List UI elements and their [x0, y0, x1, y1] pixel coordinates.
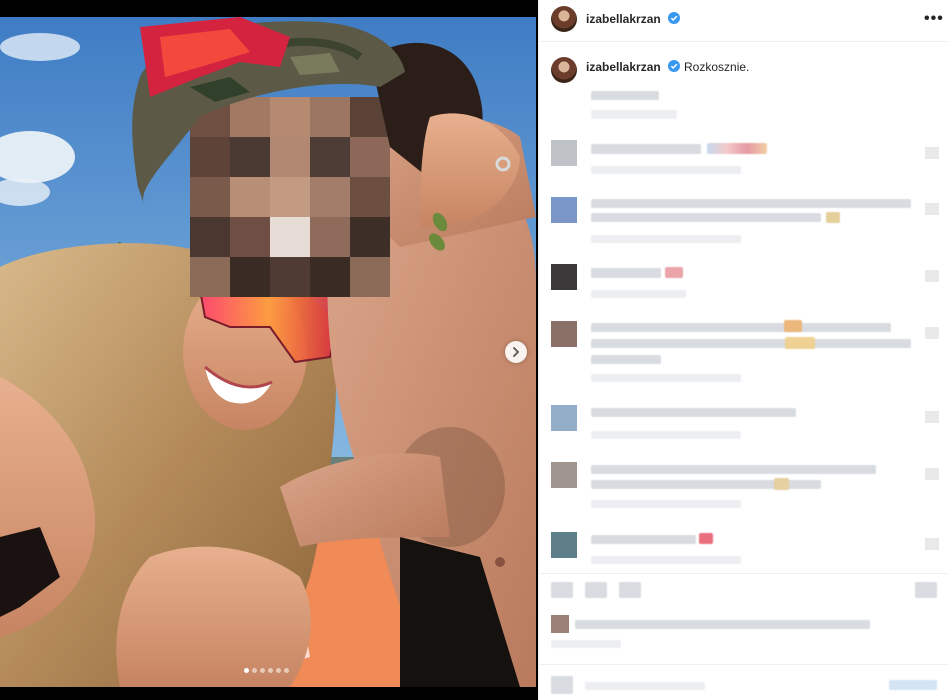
- save-icon[interactable]: [915, 582, 937, 598]
- comment-text-blurred: [591, 408, 796, 417]
- header-username[interactable]: izabellakrzan: [586, 12, 661, 26]
- post-media-container: [0, 0, 538, 700]
- caption-username[interactable]: izabellakrzan: [586, 60, 661, 74]
- chevron-right-icon: [513, 347, 520, 357]
- comment-avatar[interactable]: [551, 405, 577, 431]
- divider: [539, 664, 948, 665]
- like-heart-icon[interactable]: [925, 468, 939, 480]
- comment-icon[interactable]: [585, 582, 607, 598]
- emoji-icon: [707, 143, 767, 154]
- instagram-post-modal: izabellakrzan ••• izabellakrzan Rozkoszn…: [0, 0, 948, 700]
- carousel-dot: [268, 668, 273, 673]
- comment-avatar[interactable]: [551, 140, 577, 166]
- post-side-panel: izabellakrzan ••• izabellakrzan Rozkoszn…: [538, 0, 948, 700]
- like-heart-icon[interactable]: [925, 327, 939, 339]
- comment-text-blurred: [591, 213, 821, 222]
- comment-meta-blurred: [591, 431, 741, 439]
- comment-avatar[interactable]: [551, 197, 577, 223]
- comment-text-blurred: [591, 323, 891, 332]
- verified-badge-icon: [668, 12, 680, 24]
- emoji-icon: [699, 533, 713, 544]
- comment-meta-blurred: [591, 290, 686, 298]
- caption-text: Rozkosznie.: [684, 60, 750, 74]
- more-options-button[interactable]: •••: [924, 10, 944, 28]
- add-comment-input[interactable]: [585, 682, 705, 690]
- carousel-dot: [260, 668, 265, 673]
- emoji-icon: [826, 212, 840, 223]
- divider: [539, 573, 948, 574]
- comment-avatar[interactable]: [551, 462, 577, 488]
- like-heart-icon[interactable]: [925, 270, 939, 282]
- comment-text-blurred: [591, 199, 911, 208]
- comment-text-blurred: [591, 268, 661, 278]
- like-heart-icon[interactable]: [925, 411, 939, 423]
- emoji-icon: [785, 337, 815, 349]
- comment-meta-blurred: [591, 500, 741, 508]
- verified-badge-icon: [668, 60, 680, 72]
- carousel-dot: [276, 668, 281, 673]
- comment-avatar[interactable]: [551, 264, 577, 290]
- carousel-dot: [244, 668, 249, 673]
- comment-text-blurred: [591, 144, 701, 154]
- comment-meta-blurred: [591, 374, 741, 382]
- like-icon[interactable]: [551, 582, 573, 598]
- comment-meta-blurred: [591, 235, 741, 243]
- comment-avatar[interactable]: [551, 532, 577, 558]
- like-heart-icon[interactable]: [925, 538, 939, 550]
- avatar[interactable]: [551, 6, 577, 32]
- emoji-icon: [784, 320, 802, 332]
- caption-avatar[interactable]: [551, 57, 577, 83]
- emoji-icon: [774, 478, 789, 490]
- comment-text-blurred: [591, 465, 876, 474]
- emoji-icon: [665, 267, 683, 278]
- emoji-picker-icon[interactable]: [551, 676, 573, 694]
- comment-meta-blurred: [591, 556, 741, 564]
- post-header: izabellakrzan •••: [539, 0, 948, 42]
- comment-avatar[interactable]: [551, 321, 577, 347]
- caption-hashtags-blurred: [591, 91, 659, 100]
- carousel-dot: [284, 668, 289, 673]
- like-heart-icon[interactable]: [925, 203, 939, 215]
- post-comment-button[interactable]: [889, 680, 937, 690]
- comment-text-blurred: [591, 535, 696, 544]
- comment-meta-blurred: [591, 166, 741, 174]
- caption-meta-blurred: [591, 110, 677, 119]
- share-icon[interactable]: [619, 582, 641, 598]
- carousel-indicator: [244, 668, 289, 673]
- post-photo[interactable]: [0, 17, 536, 687]
- liked-by-avatar[interactable]: [551, 615, 569, 633]
- carousel-next-button[interactable]: [505, 341, 527, 363]
- like-heart-icon[interactable]: [925, 147, 939, 159]
- comment-text-blurred: [591, 355, 661, 364]
- carousel-dot: [252, 668, 257, 673]
- liked-by-text-blurred: [575, 620, 870, 629]
- post-date-blurred: [551, 640, 621, 648]
- comment-text-blurred: [591, 339, 911, 348]
